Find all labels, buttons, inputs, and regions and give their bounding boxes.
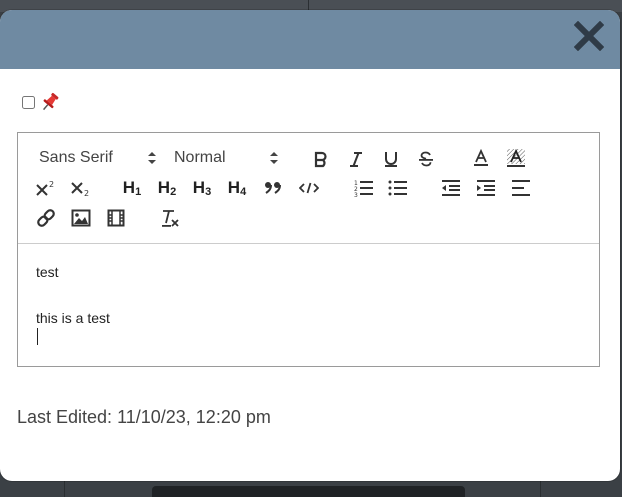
select-arrows-icon [270, 152, 278, 164]
underline-button[interactable] [380, 148, 402, 170]
heading-1-button[interactable]: H1 [119, 177, 145, 199]
last-edited-label: Last Edited: 11/10/23, 12:20 pm [17, 407, 271, 427]
indent-icon [477, 180, 495, 196]
pin-row [22, 91, 61, 113]
heading-4-button[interactable]: H4 [224, 177, 250, 199]
outdent-icon [442, 180, 460, 196]
editor-content[interactable]: test this is a test [36, 261, 110, 330]
outdent-button[interactable] [440, 177, 462, 199]
background-bottom [0, 480, 622, 497]
blockquote-button[interactable] [262, 177, 284, 199]
font-size-value: Normal [174, 149, 226, 166]
background-bar [152, 486, 465, 497]
clear-formatting-button[interactable] [159, 207, 181, 229]
superscript-button[interactable]: 2 [34, 177, 58, 199]
heading-2-icon: H2 [158, 178, 176, 198]
bold-button[interactable] [310, 148, 332, 170]
code-block-icon [299, 182, 319, 194]
font-family-value: Sans Serif [39, 149, 113, 166]
select-arrows-icon [148, 152, 156, 164]
font-family-select[interactable]: Sans Serif [39, 147, 157, 169]
heading-1-level: 1 [135, 186, 142, 198]
close-icon [573, 20, 605, 52]
image-button[interactable] [70, 207, 92, 229]
heading-3-level: 3 [205, 186, 212, 198]
image-icon [71, 209, 91, 227]
subscript-icon: 2 [71, 182, 89, 197]
text-cursor [37, 328, 38, 345]
clear-formatting-icon [162, 210, 179, 227]
pin-checkbox[interactable] [22, 95, 35, 109]
indent-button[interactable] [475, 177, 497, 199]
background-color-icon [507, 148, 525, 167]
close-button[interactable] [573, 20, 605, 52]
ordered-list-icon: 1 2 3 [354, 180, 373, 197]
subscript-button[interactable]: 2 [69, 177, 93, 199]
blockquote-icon [265, 182, 281, 194]
svg-text:2: 2 [49, 180, 54, 189]
underline-icon [385, 152, 397, 167]
pushpin-icon [42, 92, 59, 111]
italic-icon [350, 152, 362, 167]
editor-toolbar: Sans Serif Normal 2 2 H1 H2 H3 H4 1 2 3 [18, 133, 599, 244]
svg-text:3: 3 [354, 192, 358, 197]
heading-3-icon: H3 [193, 178, 211, 198]
font-size-select[interactable]: Normal [174, 147, 279, 169]
font-color-button[interactable] [470, 147, 492, 169]
content-empty-line [36, 284, 110, 307]
heading-4-icon: H4 [228, 178, 246, 198]
bold-icon [314, 151, 327, 168]
link-icon [37, 209, 55, 227]
align-button[interactable] [510, 177, 532, 199]
svg-text:2: 2 [84, 189, 89, 197]
strikethrough-button[interactable] [415, 148, 437, 170]
heading-4-letter: H [227, 178, 241, 197]
bullet-list-button[interactable] [387, 177, 409, 199]
content-line: this is a test [36, 310, 110, 326]
heading-2-letter: H [157, 178, 171, 197]
modal-header [0, 10, 620, 69]
strikethrough-icon [419, 151, 433, 167]
italic-button[interactable] [345, 148, 367, 170]
video-icon [107, 209, 125, 227]
rich-text-editor: Sans Serif Normal 2 2 H1 H2 H3 H4 1 2 3 … [17, 132, 600, 367]
background-divider [540, 480, 541, 497]
content-line: test [36, 264, 59, 280]
heading-3-letter: H [192, 178, 206, 197]
background-color-button[interactable] [505, 147, 527, 169]
heading-1-icon: H1 [123, 178, 141, 198]
heading-2-level: 2 [170, 186, 177, 198]
video-button[interactable] [105, 207, 127, 229]
heading-4-level: 4 [240, 186, 247, 198]
background-divider [64, 480, 65, 497]
note-modal: Sans Serif Normal 2 2 H1 H2 H3 H4 1 2 3 … [0, 10, 620, 481]
heading-2-button[interactable]: H2 [154, 177, 180, 199]
ordered-list-button[interactable]: 1 2 3 [353, 177, 375, 199]
superscript-icon: 2 [36, 180, 54, 196]
bullet-list-icon [388, 180, 407, 196]
align-icon [512, 180, 530, 196]
code-block-button[interactable] [298, 177, 320, 199]
link-button[interactable] [35, 207, 57, 229]
heading-3-button[interactable]: H3 [189, 177, 215, 199]
font-color-icon [474, 149, 488, 166]
heading-1-letter: H [122, 178, 136, 197]
